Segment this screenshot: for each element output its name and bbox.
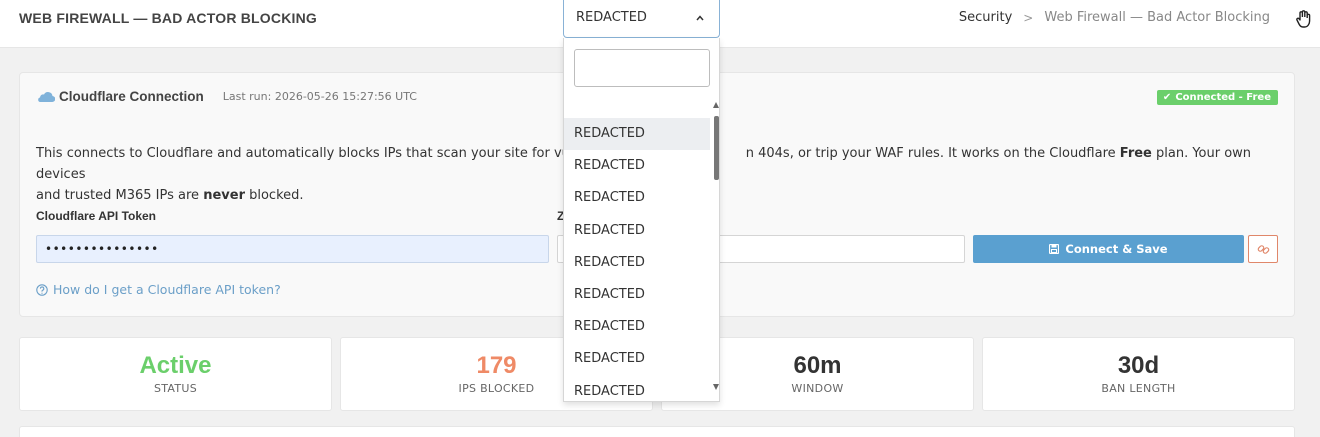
dropdown-search-input[interactable]: [574, 49, 710, 87]
site-select-value: REDACTED: [576, 10, 647, 25]
description-text: This connects to Cloudflare and automati…: [36, 146, 590, 161]
dropdown-scroll-thumb[interactable]: [714, 116, 719, 180]
api-token-label: Cloudflare API Token: [36, 209, 157, 223]
question-circle-icon: [36, 283, 48, 296]
api-token-value: •••••••••••••••: [45, 242, 159, 256]
dropdown-option[interactable]: REDACTED: [564, 247, 710, 279]
dropdown-option[interactable]: REDACTED: [564, 376, 710, 402]
status-badge: ✔ Connected - Free: [1156, 90, 1278, 105]
save-icon: [1049, 244, 1060, 254]
description-text: n 404s, or trip your WAF rules. It works…: [745, 146, 1120, 161]
site-select-dropdown: REDACTED REDACTED REDACTED REDACTED REDA…: [563, 38, 720, 402]
dropdown-option[interactable]: REDACTED: [564, 150, 710, 182]
page-title: WEB FIREWALL — BAD ACTOR BLOCKING: [19, 10, 317, 26]
connect-save-label: Connect & Save: [1065, 242, 1168, 256]
stat-card-ban-length: 30d BAN LENGTH: [982, 337, 1295, 411]
stat-label: STATUS: [153, 382, 198, 395]
description-text: and trusted M365 IPs are: [36, 188, 204, 203]
help-link-label: How do I get a Cloudflare API token?: [53, 282, 281, 297]
check-icon: ✔: [1162, 92, 1172, 103]
dropdown-option[interactable]: REDACTED: [564, 279, 710, 311]
description-bold: Free: [1119, 146, 1152, 161]
status-badge-label: Connected - Free: [1175, 92, 1271, 103]
last-run-timestamp: Last run: 2026-05-26 15:27:56 UTC: [222, 90, 417, 103]
description-text: blocked.: [244, 188, 304, 203]
stat-label: BAN LENGTH: [1101, 382, 1176, 395]
dropdown-option[interactable]: REDACTED: [564, 215, 710, 247]
stat-value: 30d: [1117, 352, 1160, 379]
breadcrumb-security[interactable]: Security: [959, 10, 1012, 25]
scroll-down-arrow-icon[interactable]: [713, 384, 719, 390]
dropdown-option[interactable]: REDACTED: [564, 343, 710, 375]
scroll-up-arrow-icon[interactable]: [713, 102, 719, 108]
card-title: Cloudflare Connection: [59, 89, 204, 104]
disconnect-button[interactable]: [1248, 235, 1278, 263]
chevron-up-icon: [696, 15, 704, 21]
site-select[interactable]: REDACTED: [563, 0, 720, 38]
breadcrumb-separator: >: [1023, 10, 1034, 25]
dropdown-option[interactable]: REDACTED: [564, 118, 710, 151]
api-token-help-link[interactable]: How do I get a Cloudflare API token?: [36, 282, 281, 297]
hand-pointer-icon: [1296, 10, 1311, 28]
cloud-icon: [38, 91, 55, 102]
api-token-input[interactable]: •••••••••••••••: [36, 235, 549, 263]
description-bold: never: [203, 188, 245, 203]
dropdown-options: REDACTED REDACTED REDACTED REDACTED REDA…: [564, 118, 710, 402]
connect-save-button[interactable]: Connect & Save: [973, 235, 1244, 263]
stat-card-status: Active STATUS: [19, 337, 332, 411]
dropdown-option[interactable]: REDACTED: [564, 182, 710, 214]
unlink-icon: [1257, 245, 1270, 254]
bottom-card: [19, 426, 1295, 437]
dropdown-option[interactable]: REDACTED: [564, 311, 710, 343]
breadcrumb: Security > Web Firewall — Bad Actor Bloc…: [959, 10, 1270, 25]
breadcrumb-current: Web Firewall — Bad Actor Blocking: [1044, 10, 1270, 25]
stat-value: Active: [139, 352, 212, 379]
card-header: Cloudflare Connection Last run: 2026-05-…: [36, 89, 417, 104]
